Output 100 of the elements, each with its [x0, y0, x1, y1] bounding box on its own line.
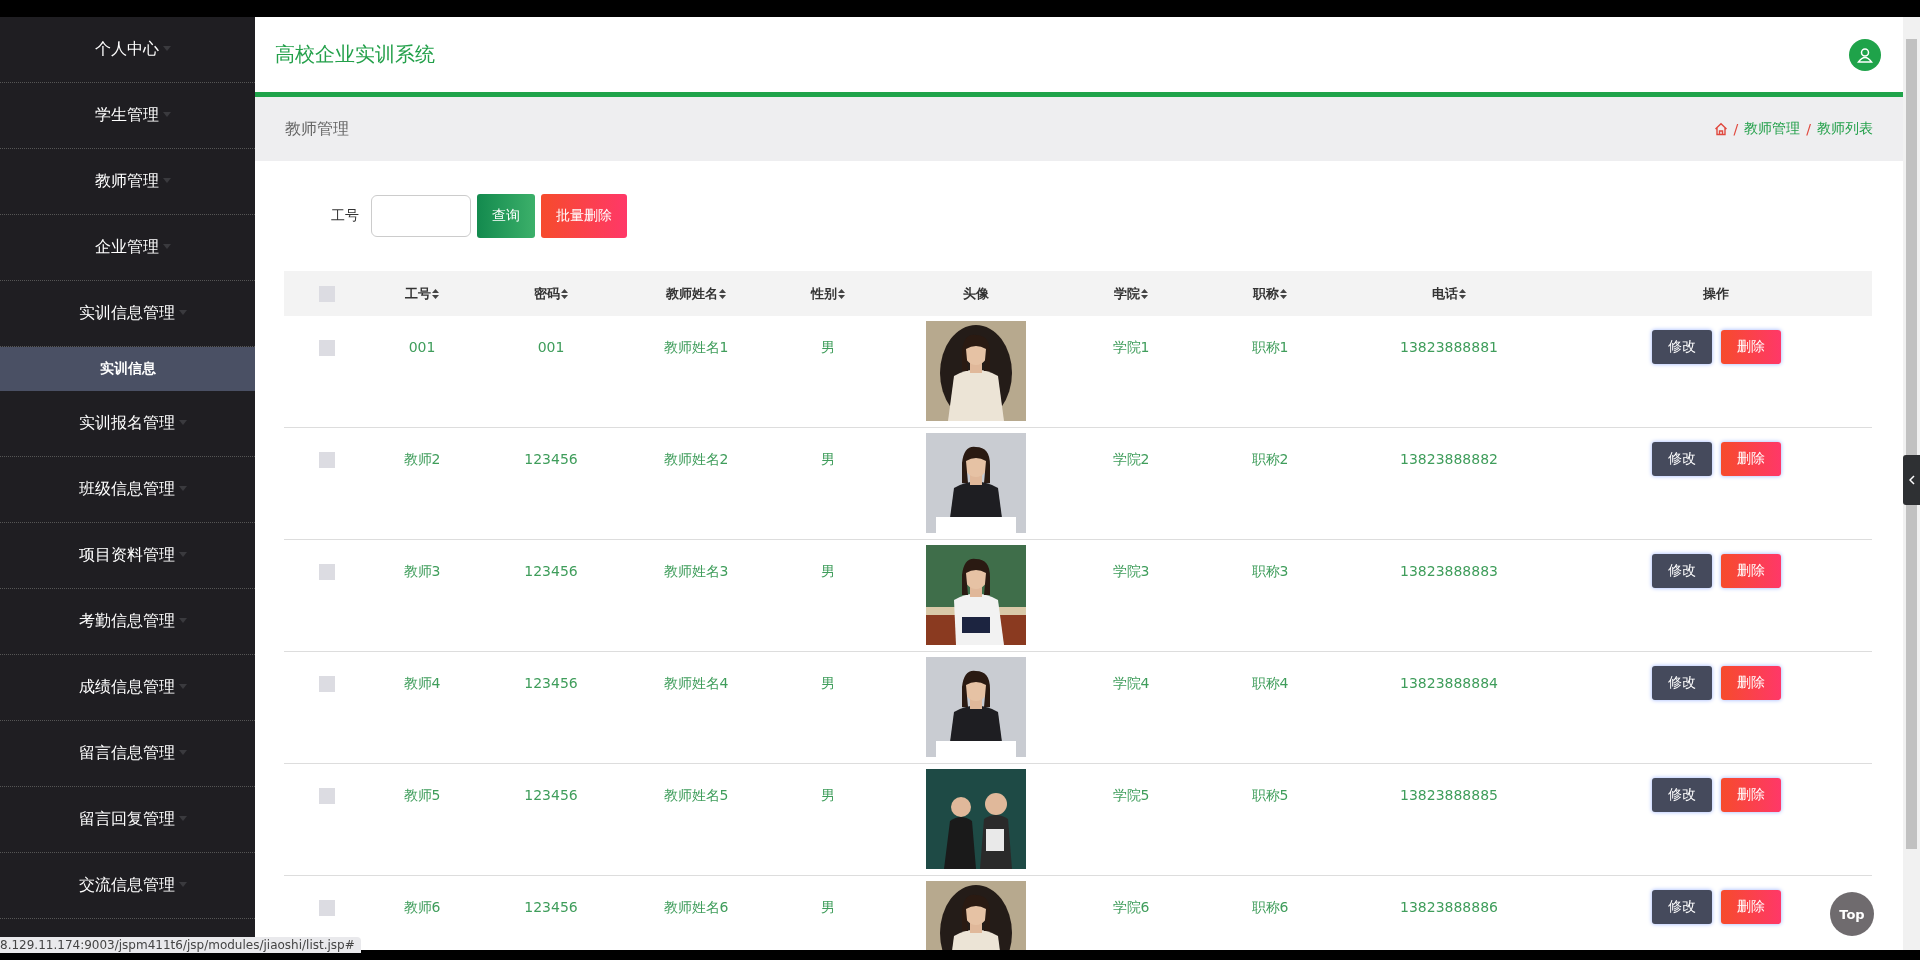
table-cell: 职称5 — [1251, 787, 1289, 805]
sort-icon[interactable] — [1280, 288, 1287, 299]
table-cell: 123456 — [524, 899, 578, 917]
sidebar-item[interactable]: 企业管理 — [0, 215, 255, 281]
home-icon[interactable] — [1713, 122, 1728, 136]
sidebar-subitem[interactable]: 实训信息 — [0, 347, 255, 391]
edit-button[interactable]: 修改 — [1651, 666, 1712, 700]
caret-icon — [178, 882, 187, 887]
sort-icon[interactable] — [838, 288, 845, 299]
caret-icon — [162, 46, 171, 51]
row-checkbox[interactable] — [318, 564, 335, 580]
sidebar-item[interactable]: 班级信息管理 — [0, 457, 255, 523]
chevron-left-icon — [1908, 475, 1915, 485]
sidebar-item[interactable]: 个人中心 — [0, 17, 255, 83]
table-cell: 13823888885 — [1400, 787, 1498, 805]
side-toggle[interactable] — [1903, 455, 1920, 505]
sidebar-item[interactable]: 成绩信息管理 — [0, 655, 255, 721]
table-cell: 教师姓名1 — [663, 339, 729, 357]
table-cell: 13823888881 — [1400, 339, 1498, 357]
table-cell: 男 — [821, 339, 835, 357]
delete-button[interactable]: 删除 — [1720, 666, 1781, 700]
table-cell: 职称3 — [1251, 563, 1289, 581]
table-cell: 男 — [821, 451, 835, 469]
field-label: 工号 — [331, 207, 359, 225]
delete-button[interactable]: 删除 — [1720, 442, 1781, 476]
sidebar-item[interactable]: 交流信息管理 — [0, 853, 255, 919]
sidebar-item[interactable]: 考勤信息管理 — [0, 589, 255, 655]
sort-icon[interactable] — [432, 288, 439, 299]
delete-button[interactable]: 删除 — [1720, 330, 1781, 364]
table-cell: 教师姓名2 — [663, 451, 729, 469]
table-cell: 教师姓名5 — [663, 787, 729, 805]
table-cell: 13823888883 — [1400, 563, 1498, 581]
table-cell: 123456 — [524, 563, 578, 581]
delete-button[interactable]: 删除 — [1720, 778, 1781, 812]
table-cell: 学院6 — [1112, 899, 1150, 917]
row-checkbox[interactable] — [318, 452, 335, 468]
table-cell: 13823888882 — [1400, 451, 1498, 469]
edit-button[interactable]: 修改 — [1651, 554, 1712, 588]
table-cell: 教师5 — [403, 787, 441, 805]
table-cell: 13823888886 — [1400, 899, 1498, 917]
user-avatar-icon[interactable] — [1849, 38, 1881, 71]
breadcrumb-separator: / — [1733, 121, 1739, 137]
id-input-field[interactable] — [371, 195, 471, 237]
caret-icon — [162, 178, 171, 183]
table-cell: 123456 — [524, 787, 578, 805]
table-cell: 教师2 — [403, 451, 441, 469]
table-cell: 13823888884 — [1400, 675, 1498, 693]
sidebar-item[interactable]: 留言信息管理 — [0, 721, 255, 787]
table-cell: 职称6 — [1251, 899, 1289, 917]
caret-icon — [178, 750, 187, 755]
row-checkbox[interactable] — [318, 676, 335, 692]
column-header: 头像 — [962, 284, 989, 303]
table-cell: 001 — [537, 339, 565, 357]
edit-button[interactable]: 修改 — [1651, 330, 1712, 364]
caret-icon — [178, 684, 187, 689]
sort-icon[interactable] — [561, 288, 568, 299]
delete-button[interactable]: 删除 — [1720, 554, 1781, 588]
caret-icon — [178, 420, 187, 425]
row-checkbox[interactable] — [318, 788, 335, 804]
row-checkbox[interactable] — [318, 340, 335, 356]
caret-icon — [162, 112, 171, 117]
row-checkbox[interactable] — [318, 900, 335, 916]
table-cell: 学院4 — [1112, 675, 1150, 693]
table-cell: 教师3 — [403, 563, 441, 581]
sort-icon[interactable] — [1459, 288, 1466, 299]
sort-icon[interactable] — [1141, 288, 1148, 299]
sidebar-item[interactable]: 教师管理 — [0, 149, 255, 215]
table-cell: 男 — [821, 563, 835, 581]
column-header[interactable]: 电话 — [1432, 284, 1466, 303]
caret-icon — [162, 244, 171, 249]
table-cell: 教师姓名4 — [663, 675, 729, 693]
table-cell: 职称2 — [1251, 451, 1289, 469]
table-cell: 男 — [821, 787, 835, 805]
edit-button[interactable]: 修改 — [1651, 442, 1712, 476]
edit-button[interactable]: 修改 — [1651, 778, 1712, 812]
table-cell: 教师姓名6 — [663, 899, 729, 917]
sidebar-item[interactable]: 留言回复管理 — [0, 787, 255, 853]
table-cell: 学院3 — [1112, 563, 1150, 581]
column-header[interactable]: 密码 — [534, 284, 568, 303]
table-cell: 123456 — [524, 675, 578, 693]
column-header[interactable]: 职称 — [1253, 284, 1287, 303]
status-url: 8.129.11.174:9003/jspm411t6/jsp/modules/jiaoshi/list.jsp# — [0, 937, 361, 953]
column-header[interactable]: 学院 — [1114, 284, 1148, 303]
edit-button[interactable]: 修改 — [1651, 890, 1712, 924]
table-cell: 男 — [821, 675, 835, 693]
scrollbar[interactable] — [1906, 39, 1917, 849]
caret-icon — [178, 552, 187, 557]
table-cell: 学院1 — [1112, 339, 1150, 357]
batch-delete-button[interactable]: 批量删除 — [541, 194, 627, 238]
column-header: 操作 — [1703, 284, 1729, 303]
sidebar-item[interactable]: 实训报名管理 — [0, 391, 255, 457]
caret-icon — [178, 310, 187, 315]
column-header[interactable]: 教师姓名 — [666, 284, 726, 303]
sidebar-item[interactable]: 项目资料管理 — [0, 523, 255, 589]
table-cell: 123456 — [524, 451, 578, 469]
sort-icon[interactable] — [719, 288, 726, 299]
column-header[interactable]: 工号 — [405, 284, 439, 303]
delete-button[interactable]: 删除 — [1720, 890, 1781, 924]
column-header[interactable]: 性别 — [811, 284, 845, 303]
search-button[interactable]: 查询 — [477, 194, 535, 238]
